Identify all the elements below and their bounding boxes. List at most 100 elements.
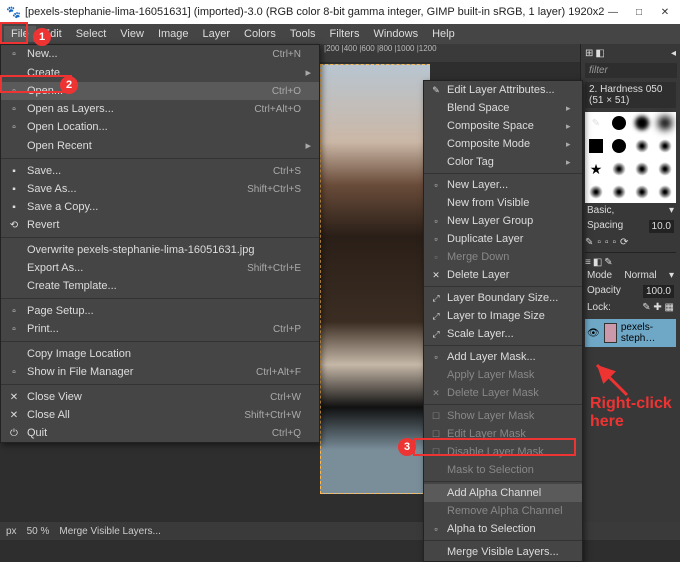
context-menu-item[interactable]: ⤢Layer Boundary Size... <box>424 289 582 307</box>
mode-label: Mode <box>587 270 612 281</box>
file-menu-item[interactable]: ▫Open...Ctrl+O <box>1 82 319 100</box>
context-menu-item[interactable]: Color Tag▸ <box>424 153 582 171</box>
file-menu-item[interactable]: Create▸ <box>1 63 319 82</box>
menubar-item-tools[interactable]: Tools <box>283 26 323 42</box>
icon[interactable]: ▫ <box>605 237 609 248</box>
file-menu-item[interactable]: ▫Page Setup... <box>1 302 319 320</box>
file-menu-item[interactable]: ✕Close AllShift+Ctrl+W <box>1 406 319 424</box>
paths-tab-icon[interactable]: ✎ <box>604 257 612 268</box>
file-menu-item[interactable]: Copy Image Location <box>1 345 319 363</box>
menubar-item-help[interactable]: Help <box>425 26 462 42</box>
brush-item[interactable] <box>654 158 676 180</box>
unit-selector[interactable]: px <box>6 526 17 537</box>
context-menu-item[interactable]: ▫New Layer Group <box>424 212 582 230</box>
icon[interactable]: ✎ <box>585 237 593 248</box>
menubar-item-layer[interactable]: Layer <box>196 26 238 42</box>
brush-item[interactable]: ✎ <box>585 112 607 134</box>
file-menu-item[interactable]: ▪Save a Copy... <box>1 198 319 216</box>
brush-item[interactable] <box>608 158 630 180</box>
file-menu-item[interactable]: ⟲Revert <box>1 216 319 234</box>
icon[interactable]: ▫ <box>597 237 601 248</box>
context-menu-item[interactable]: Composite Mode▸ <box>424 135 582 153</box>
context-menu-item[interactable]: ▫Duplicate Layer <box>424 230 582 248</box>
icon[interactable]: ▫ <box>612 237 616 248</box>
right-dock-panel: ⊞ ◧ ◂ filter 2. Hardness 050 (51 × 51) ✎… <box>580 44 680 540</box>
context-menu-item: ☐Edit Layer Mask <box>424 425 582 443</box>
menubar-item-file[interactable]: File <box>4 26 36 42</box>
file-menu-item[interactable]: ⏻QuitCtrl+Q <box>1 424 319 442</box>
dropdown-icon[interactable]: ▾ <box>669 270 674 281</box>
mode-value[interactable]: Normal <box>624 270 656 281</box>
file-menu-item[interactable]: ▫Open as Layers...Ctrl+Alt+O <box>1 100 319 118</box>
context-menu-item[interactable]: Composite Space▸ <box>424 117 582 135</box>
context-menu-item[interactable]: ▫Alpha to Selection <box>424 520 582 538</box>
file-menu-item[interactable]: ▫Show in File ManagerCtrl+Alt+F <box>1 363 319 381</box>
brush-item[interactable] <box>631 112 653 134</box>
minimize-button[interactable]: — <box>604 4 622 20</box>
opacity-label: Opacity <box>587 285 621 298</box>
context-menu-item[interactable]: ⤢Scale Layer... <box>424 325 582 343</box>
dropdown-icon[interactable]: ▾ <box>669 205 674 216</box>
menubar-item-colors[interactable]: Colors <box>237 26 283 42</box>
zoom-display[interactable]: 50 % <box>27 526 50 537</box>
brush-item[interactable] <box>654 181 676 203</box>
file-menu-item[interactable]: Open Recent▸ <box>1 136 319 155</box>
context-menu-item[interactable]: Blend Space▸ <box>424 99 582 117</box>
brush-item[interactable] <box>585 135 607 157</box>
brush-item[interactable] <box>585 181 607 203</box>
context-menu-item[interactable]: Add Alpha Channel <box>424 484 582 502</box>
file-menu-item[interactable]: Create Template... <box>1 277 319 295</box>
lock-icons[interactable]: ✎ ✚ ▦ <box>642 302 674 313</box>
menubar-item-image[interactable]: Image <box>151 26 196 42</box>
icon[interactable]: ◧ <box>595 48 604 59</box>
brush-item[interactable] <box>608 112 630 134</box>
brush-filter-input[interactable]: filter <box>585 63 677 78</box>
lock-label: Lock: <box>587 302 611 313</box>
file-menu-item[interactable]: Export As...Shift+Ctrl+E <box>1 259 319 277</box>
file-menu-item[interactable]: ▫Open Location... <box>1 118 319 136</box>
brush-item[interactable]: ★ <box>585 158 607 180</box>
maximize-button[interactable]: □ <box>630 4 648 20</box>
menubar-item-filters[interactable]: Filters <box>323 26 367 42</box>
context-menu-item[interactable]: New from Visible <box>424 194 582 212</box>
window-title: [pexels-stephanie-lima-16051631] (import… <box>25 6 604 18</box>
brush-item[interactable] <box>654 112 676 134</box>
context-menu-item[interactable]: ⤢Layer to Image Size <box>424 307 582 325</box>
spacing-value[interactable]: 10.0 <box>649 220 674 233</box>
brush-item[interactable] <box>608 181 630 203</box>
brush-item[interactable] <box>631 158 653 180</box>
brush-item[interactable] <box>654 135 676 157</box>
menubar-item-view[interactable]: View <box>113 26 151 42</box>
menubar-item-select[interactable]: Select <box>69 26 114 42</box>
context-menu-item[interactable]: Merge Visible Layers... <box>424 543 582 561</box>
annotation-number-2: 2 <box>60 76 78 94</box>
image-canvas[interactable] <box>320 64 430 494</box>
channels-tab-icon[interactable]: ◧ <box>593 257 602 268</box>
brush-item[interactable] <box>631 135 653 157</box>
context-menu-item[interactable]: ✎Edit Layer Attributes... <box>424 81 582 99</box>
brush-item[interactable] <box>608 135 630 157</box>
layer-thumbnail[interactable] <box>604 323 617 343</box>
panel-menu-icon[interactable]: ◂ <box>671 48 676 59</box>
file-menu-item[interactable]: ▪Save...Ctrl+S <box>1 162 319 180</box>
file-menu-item[interactable]: ▪Save As...Shift+Ctrl+S <box>1 180 319 198</box>
opacity-value[interactable]: 100.0 <box>643 285 674 298</box>
brush-grid[interactable]: ✎ ★ <box>585 112 676 203</box>
ruler-horizontal: |200 |400 |600 |800 |1000 |1200 <box>320 44 580 62</box>
file-menu-item[interactable]: ▫New...Ctrl+N <box>1 45 319 63</box>
layer-name[interactable]: pexels-steph… <box>621 322 674 344</box>
file-menu-item[interactable]: ✕Close ViewCtrl+W <box>1 388 319 406</box>
file-menu-item[interactable]: Overwrite pexels-stephanie-lima-16051631… <box>1 241 319 259</box>
icon[interactable]: ⊞ <box>585 48 593 59</box>
context-menu-item[interactable]: ✕Delete Layer <box>424 266 582 284</box>
brush-item[interactable] <box>631 181 653 203</box>
layers-tab-icon[interactable]: ≡ <box>585 257 591 268</box>
file-menu-item[interactable]: ▫Print...Ctrl+P <box>1 320 319 338</box>
close-window-button[interactable]: ✕ <box>656 4 674 20</box>
menubar-item-windows[interactable]: Windows <box>366 26 425 42</box>
icon[interactable]: ⟳ <box>620 237 628 248</box>
layer-row[interactable]: 👁 pexels-steph… <box>585 319 676 347</box>
context-menu-item[interactable]: ▫New Layer... <box>424 176 582 194</box>
eye-visibility-icon[interactable]: 👁 <box>587 328 600 339</box>
context-menu-item[interactable]: ▫Add Layer Mask... <box>424 348 582 366</box>
